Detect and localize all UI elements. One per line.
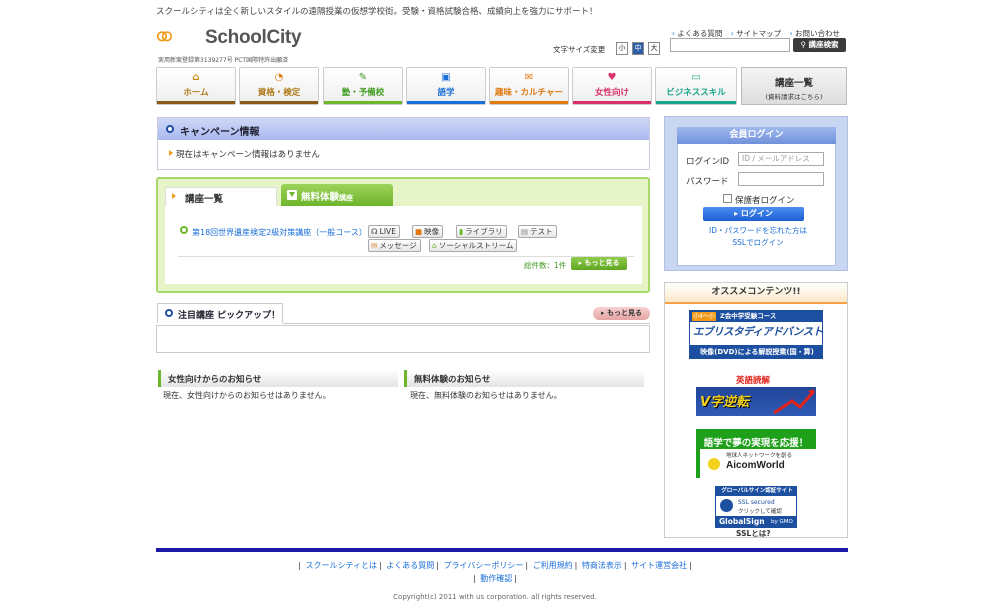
heart-icon: ♥ (607, 72, 617, 83)
pencil-icon: ✎ (358, 72, 368, 83)
copyright: Copyright(c) 2011 with us corporation. a… (393, 593, 597, 601)
circle-bullet-icon (180, 226, 188, 234)
tab-free-trial[interactable]: 無料体験講座 (281, 184, 393, 206)
nav-qualification[interactable]: ◔ 資格・検定 (239, 67, 319, 105)
arrow-bullet-icon (172, 193, 176, 199)
chip-live[interactable]: ☊ LIVE (368, 225, 400, 238)
nav-women[interactable]: ♥ 女性向け (572, 67, 652, 105)
circle-bullet-icon (165, 309, 173, 317)
library-icon: ▮ (459, 227, 464, 236)
clock-icon: ◔ (274, 72, 284, 83)
chip-library[interactable]: ▮ ライブラリ (456, 225, 507, 238)
pickup-title: 注目講座 ピックアップ！ (157, 303, 283, 324)
banner-v-reversal[interactable]: 英語読解 V字逆転 (696, 373, 816, 416)
password-label: パスワード (686, 177, 729, 187)
home-icon: ⌂ (192, 72, 200, 83)
banner-everystudy[interactable]: 小4～小6 Z会中学受験コース エブリスタディアドバンスト 映像(DVD)による… (689, 310, 823, 359)
chip-social-stream[interactable]: ⌂ ソーシャルストリーム (429, 239, 518, 252)
chip-video[interactable]: ■ 映像 (412, 225, 444, 238)
nav-business-skill[interactable]: ▭ ビジネススキル (655, 67, 737, 105)
footer-link-faq[interactable]: よくある質問 (386, 561, 434, 570)
footer-divider (156, 548, 848, 552)
women-news-text: 現在、女性向けからのお知らせはありません。 (163, 391, 331, 400)
footer-link-about[interactable]: スクールシティとは (305, 561, 377, 570)
arrow-bullet-icon (169, 150, 173, 156)
book-icon: ▣ (441, 72, 451, 83)
search-input[interactable] (670, 38, 790, 52)
pickup-panel (156, 325, 650, 353)
campaign-title: キャンペーン情報 (158, 118, 649, 140)
campaign-message: 現在はキャンペーン情報はありません (176, 150, 320, 160)
course-link[interactable]: 第18回世界遺産検定2級対策講座（一般コース） (192, 227, 367, 238)
login-id-label: ログインID (686, 157, 730, 167)
circle-bullet-icon (166, 125, 174, 133)
nav-course-list[interactable]: 講座一覧 (資料請求はこちら) (741, 67, 847, 105)
forgot-link[interactable]: ID・パスワードを忘れた方は SSLでログイン (690, 225, 826, 249)
contact-link[interactable]: お問い合わせ (790, 29, 840, 38)
password-field[interactable] (738, 172, 824, 186)
footer-link-company[interactable]: サイト運営会社 (631, 561, 687, 570)
banner-aicom-world[interactable]: 語学で夢の実現を応援！ 地球人ネットワークを創る AicomWorld (696, 429, 816, 478)
guardian-checkbox[interactable] (723, 194, 732, 203)
footer-link-terms[interactable]: ご利用規約 (533, 561, 573, 570)
lock-icon (720, 499, 733, 512)
ssl-login-link[interactable]: SSLでログイン (690, 237, 826, 249)
chip-message[interactable]: ✉ メッセージ (368, 239, 421, 252)
font-size-large-button[interactable]: 大 (648, 42, 660, 55)
search-button[interactable]: ⚲ 講座検索 (793, 38, 846, 52)
social-icon: ⌂ (432, 241, 437, 250)
font-size-label: 文字サイズ変更 (553, 45, 606, 54)
recommend-title: オススメコンテンツ!! (665, 283, 847, 304)
mail-icon: ✉ (524, 72, 534, 83)
chip-test[interactable]: ▤ テスト (518, 225, 557, 238)
headphones-icon: ☊ (371, 227, 378, 236)
font-size-medium-button[interactable]: 中 (632, 42, 644, 55)
login-button[interactable]: ▸ ログイン (703, 207, 804, 221)
nav-cram-school[interactable]: ✎ 塾・予備校 (323, 67, 403, 105)
video-icon: ■ (415, 227, 423, 236)
tab-course-list[interactable]: 講座一覧 (165, 187, 277, 206)
faq-link[interactable]: よくある質問 (672, 29, 722, 38)
women-news-title: 女性向けからのお知らせ (158, 370, 398, 387)
nav-hobby-culture[interactable]: ✉ 趣味・カルチャー (489, 67, 569, 105)
footer-link-commerce[interactable]: 特商法表示 (582, 561, 622, 570)
sitemap-link[interactable]: サイトマップ (731, 29, 781, 38)
course-total: 総件数：1件 (524, 261, 567, 270)
trial-news-title: 無料体験のお知らせ (404, 370, 644, 387)
footer-link-privacy[interactable]: プライバシーポリシー (443, 561, 523, 570)
globalsign-seal[interactable]: グローバルサイン認証サイト SSL secured クリックして確認 Globa… (715, 486, 797, 528)
test-icon: ▤ (521, 227, 529, 236)
patent-text: 実用新案登録第3139277号 PCT国際特許出願済 (158, 57, 289, 64)
font-size-small-button[interactable]: 小 (616, 42, 628, 55)
nav-home[interactable]: ⌂ ホーム (156, 67, 236, 105)
login-id-field[interactable]: ID / メールアドレス (738, 152, 824, 166)
footer-link-compat[interactable]: 動作確認 (480, 574, 512, 583)
tab-check-icon (287, 190, 297, 200)
logo-text: SchoolCity (205, 27, 302, 48)
ssl-info-link[interactable]: SSLとは? (736, 528, 771, 539)
pickup-more-button[interactable]: ▸ もっと見る (593, 307, 650, 320)
nav-language[interactable]: ▣ 語学 (406, 67, 486, 105)
tagline: スクールシティは全く新しいスタイルの遠隔授業の仮想学校街。受験・資格試験合格、成… (156, 7, 598, 17)
logo[interactable] (157, 20, 205, 54)
search-icon: ⚲ (800, 40, 809, 49)
login-title: 会員ログイン (677, 127, 836, 144)
computer-icon: ▭ (691, 72, 701, 83)
trial-news-text: 現在、無料体験のお知らせはありません。 (410, 391, 562, 400)
message-icon: ✉ (371, 241, 378, 250)
more-courses-button[interactable]: ▸ もっと見る (571, 257, 627, 270)
rising-arrow-icon (773, 389, 816, 415)
globe-icon (708, 458, 720, 470)
guardian-label: 保護者ログイン (735, 196, 795, 206)
footer-links: | スクールシティとは | よくある質問 | プライバシーポリシー | ご利用規約 | … (298, 561, 692, 583)
